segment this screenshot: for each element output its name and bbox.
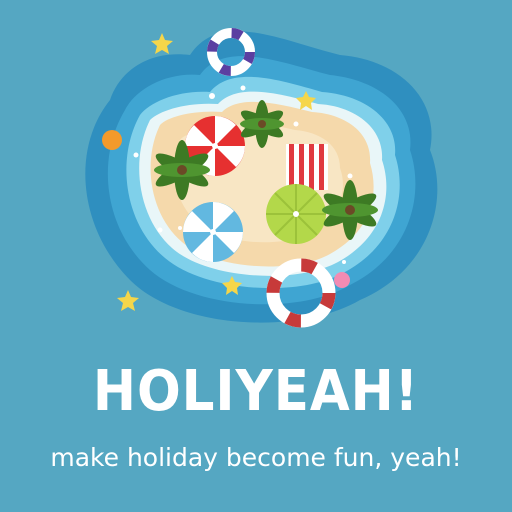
tagline: make holiday become fun, yeah!	[50, 443, 462, 472]
logo-canvas: HOLIYEAH! make holiday become fun, yeah!	[0, 0, 512, 512]
beach-umbrella-icon	[266, 184, 326, 244]
beach-towel-icon	[286, 144, 328, 190]
beach-umbrella-icon	[183, 202, 243, 262]
brand-title: HOLIYEAH!	[92, 359, 420, 424]
pink-ball-icon	[334, 272, 350, 288]
orange-ball-icon	[102, 130, 122, 150]
island-illustration	[85, 28, 438, 328]
